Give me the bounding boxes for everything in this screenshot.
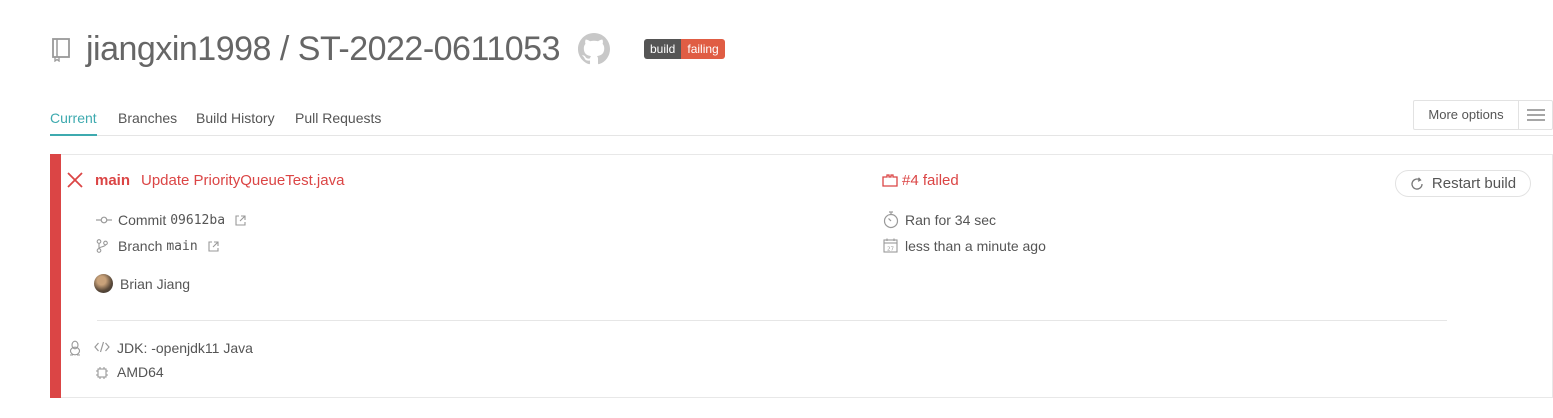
external-link-icon[interactable] <box>208 240 219 252</box>
restart-build-label: Restart build <box>1431 175 1517 192</box>
build-duration: Ran for 34 sec <box>905 212 997 228</box>
cpu-arch: AMD64 <box>117 364 164 380</box>
failed-status-stripe <box>50 154 61 398</box>
stopwatch-icon <box>883 211 899 229</box>
build-status-icon <box>882 173 898 187</box>
branch-name[interactable]: main <box>166 239 197 254</box>
commit-label: Commit <box>118 212 167 228</box>
cpu-arch-icon <box>95 366 109 380</box>
build-finished-time: less than a minute ago <box>905 238 1046 254</box>
commit-message[interactable]: Update PriorityQueueTest.java <box>141 172 344 189</box>
author-row: Brian Jiang <box>94 274 190 293</box>
linux-os-icon <box>69 340 81 356</box>
branch-label: Branch <box>118 238 163 254</box>
badge-status: failing <box>681 39 725 59</box>
commit-sha[interactable]: 09612ba <box>170 213 225 228</box>
code-icon <box>94 341 110 353</box>
current-build-card: main Update PriorityQueueTest.java #4 fa… <box>50 154 1553 398</box>
repo-header: jiangxin1998 / ST-2022-0611053 build fai… <box>50 28 725 70</box>
tab-pull-requests[interactable]: Pull Requests <box>295 110 381 136</box>
restart-build-button[interactable]: Restart build <box>1395 170 1531 197</box>
failed-x-icon <box>67 172 83 188</box>
repo-separator: / <box>279 29 289 68</box>
tab-branches[interactable]: Branches <box>118 110 177 136</box>
svg-text:27: 27 <box>887 246 894 252</box>
github-icon[interactable] <box>578 33 610 65</box>
repo-tabs: Current Branches Build History Pull Requ… <box>50 100 1553 136</box>
author-name: Brian Jiang <box>120 275 191 292</box>
tab-current[interactable]: Current <box>50 110 97 136</box>
branch-row[interactable]: Branch main <box>118 238 219 254</box>
badge-label: build <box>644 39 682 59</box>
tabs-divider <box>50 135 1553 136</box>
commit-row[interactable]: Commit 09612ba <box>118 212 246 228</box>
tab-build-history[interactable]: Build History <box>196 110 275 136</box>
repo-title[interactable]: jiangxin1998 / ST-2022-0611053 <box>86 29 561 69</box>
build-status-badge[interactable]: build failing <box>644 39 725 59</box>
more-options-button[interactable]: More options <box>1413 100 1553 130</box>
repo-owner[interactable]: jiangxin1998 <box>86 30 271 68</box>
restart-icon <box>1410 176 1424 191</box>
branch-icon <box>96 239 108 253</box>
avatar <box>94 274 113 293</box>
build-number-status[interactable]: #4 failed <box>902 172 959 189</box>
hamburger-menu-icon[interactable] <box>1518 101 1552 129</box>
calendar-icon: 27 <box>883 238 898 253</box>
jdk-language: JDK: -openjdk11 Java <box>117 340 253 356</box>
more-options-label: More options <box>1428 107 1504 122</box>
repository-icon <box>50 36 72 62</box>
card-divider <box>97 320 1447 321</box>
build-branch[interactable]: main <box>95 172 130 189</box>
commit-icon <box>96 214 112 226</box>
external-link-icon[interactable] <box>235 214 246 226</box>
repo-name[interactable]: ST-2022-0611053 <box>298 30 561 68</box>
